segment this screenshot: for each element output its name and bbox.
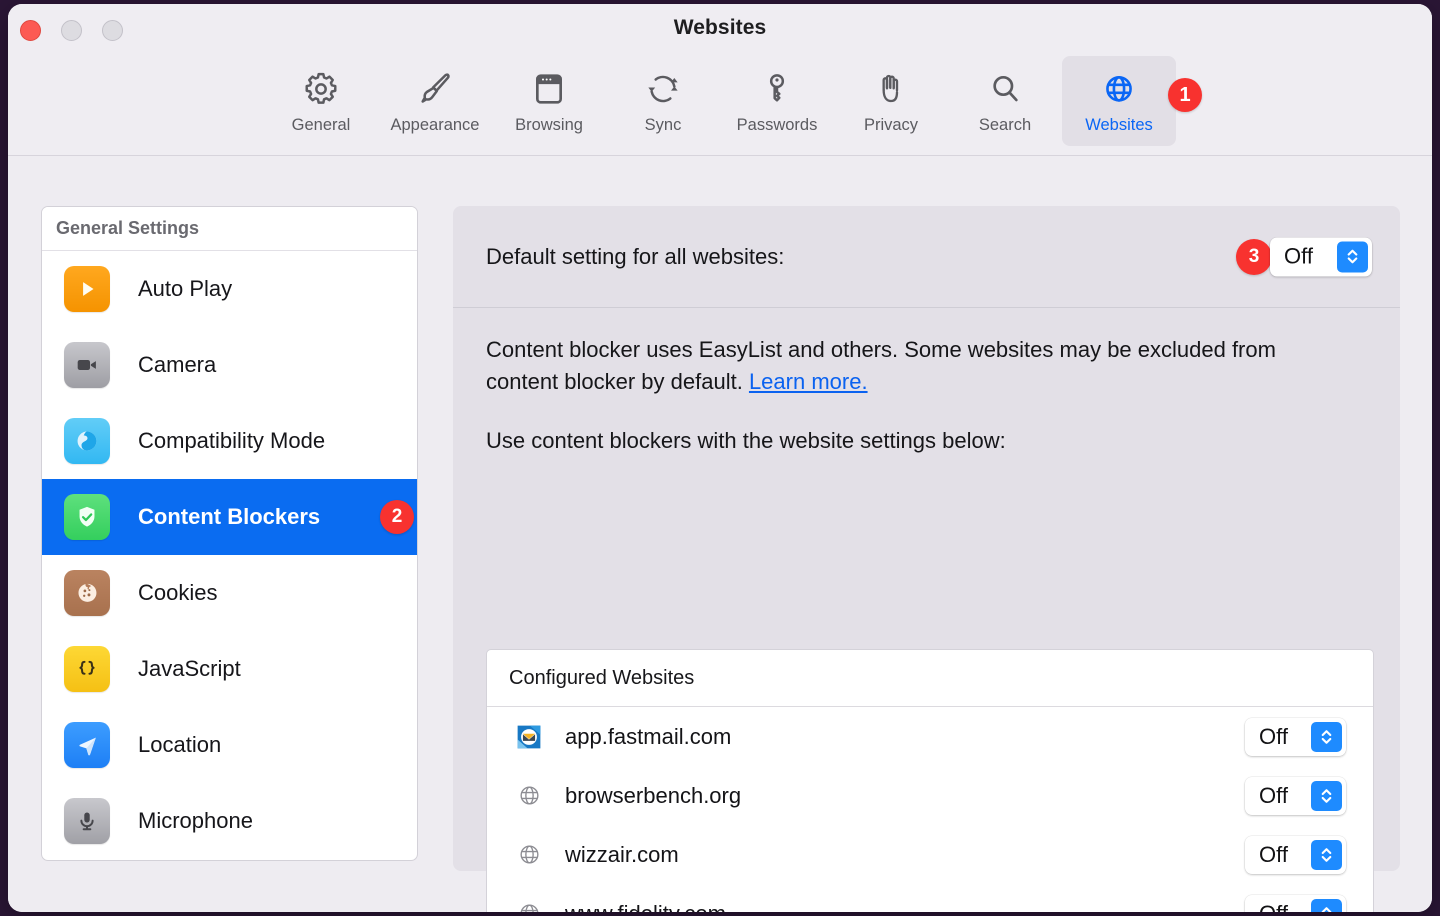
default-setting-row: Default setting for all websites: 3 Off bbox=[453, 206, 1400, 308]
default-setting-value: Off bbox=[1284, 244, 1313, 270]
sidebar-item-camera[interactable]: Camera bbox=[42, 327, 417, 403]
content-blockers-step-badge: 2 bbox=[380, 500, 414, 534]
compatibility-icon bbox=[64, 418, 110, 464]
website-setting-value: Off bbox=[1259, 842, 1288, 868]
website-host: app.fastmail.com bbox=[565, 724, 731, 750]
microphone-icon bbox=[64, 798, 110, 844]
sync-arrows-icon bbox=[643, 65, 683, 113]
sidebar-item-cookies[interactable]: Cookies bbox=[42, 555, 417, 631]
video-camera-icon bbox=[64, 342, 110, 388]
window-title: Websites bbox=[8, 16, 1432, 40]
globe-icon bbox=[1098, 65, 1140, 113]
sidebar-item-label: Location bbox=[138, 732, 221, 758]
chevron-updown-icon bbox=[1311, 899, 1342, 913]
toolbar-item-appearance[interactable]: Appearance bbox=[378, 56, 492, 146]
website-setting-popup-button[interactable]: Off bbox=[1245, 836, 1346, 874]
website-setting-value: Off bbox=[1259, 724, 1288, 750]
sidebar-item-label: Microphone bbox=[138, 808, 253, 834]
sidebar-header: General Settings bbox=[42, 207, 417, 251]
toolbar-item-browsing[interactable]: Browsing bbox=[492, 56, 606, 146]
toolbar-item-search[interactable]: Search bbox=[948, 56, 1062, 146]
websites-step-badge: 1 bbox=[1168, 78, 1202, 112]
default-setting-popup-button[interactable]: Off bbox=[1270, 237, 1372, 276]
globe-favicon bbox=[515, 782, 543, 810]
configured-websites-list: Configured Websites app.fastmail.com Off bbox=[486, 649, 1374, 912]
toolbar-item-sync[interactable]: Sync bbox=[606, 56, 720, 146]
hand-icon bbox=[871, 65, 911, 113]
sidebar-item-compatibility-mode[interactable]: Compatibility Mode bbox=[42, 403, 417, 479]
preferences-window: Websites General Appear bbox=[8, 4, 1432, 912]
website-row[interactable]: wizzair.com Off bbox=[487, 825, 1373, 884]
content-blocker-description: Content blocker uses EasyList and others… bbox=[486, 334, 1306, 398]
magnifier-icon bbox=[985, 65, 1025, 113]
website-host: browserbench.org bbox=[565, 783, 741, 809]
preferences-toolbar: General Appearance bbox=[8, 56, 1432, 150]
chevron-updown-icon bbox=[1311, 722, 1342, 752]
paintbrush-icon bbox=[415, 65, 455, 113]
sidebar-item-location[interactable]: Location bbox=[42, 707, 417, 783]
play-icon bbox=[64, 266, 110, 312]
cookie-icon bbox=[64, 570, 110, 616]
toolbar-item-label: Appearance bbox=[391, 116, 480, 135]
sidebar-item-label: Camera bbox=[138, 352, 216, 378]
chevron-updown-icon bbox=[1311, 840, 1342, 870]
toolbar-item-label: Sync bbox=[645, 116, 682, 135]
website-setting-popup-button[interactable]: Off bbox=[1245, 895, 1346, 913]
preferences-body: General Settings Auto Play Camera bbox=[8, 156, 1432, 912]
learn-more-link[interactable]: Learn more. bbox=[749, 369, 868, 394]
sidebar-item-javascript[interactable]: JavaScript bbox=[42, 631, 417, 707]
toolbar-item-label: General bbox=[292, 116, 351, 135]
globe-favicon bbox=[515, 900, 543, 913]
toolbar-item-label: Browsing bbox=[515, 116, 583, 135]
default-setting-label: Default setting for all websites: bbox=[486, 244, 784, 270]
website-row[interactable]: app.fastmail.com Off bbox=[487, 707, 1373, 766]
toolbar-item-privacy[interactable]: Privacy bbox=[834, 56, 948, 146]
website-host: wizzair.com bbox=[565, 842, 679, 868]
toolbar-item-label: Passwords bbox=[737, 116, 818, 135]
fastmail-favicon bbox=[515, 723, 543, 751]
sidebar-item-label: JavaScript bbox=[138, 656, 241, 682]
sidebar-item-microphone[interactable]: Microphone bbox=[42, 783, 417, 859]
sidebar-item-label: Cookies bbox=[138, 580, 217, 606]
toolbar-item-label: Search bbox=[979, 116, 1031, 135]
website-setting-popup-button[interactable]: Off bbox=[1245, 777, 1346, 815]
globe-favicon bbox=[515, 841, 543, 869]
toolbar-item-passwords[interactable]: Passwords bbox=[720, 56, 834, 146]
toolbar-item-websites[interactable]: Websites 1 bbox=[1062, 56, 1176, 146]
toolbar-item-general[interactable]: General bbox=[264, 56, 378, 146]
toolbar-item-label: Websites bbox=[1085, 116, 1153, 135]
toolbar-item-label: Privacy bbox=[864, 116, 918, 135]
panel-description-area: Content blocker uses EasyList and others… bbox=[453, 334, 1400, 454]
chevron-updown-icon bbox=[1311, 781, 1342, 811]
shield-check-icon bbox=[64, 494, 110, 540]
chevron-updown-icon bbox=[1337, 241, 1368, 272]
browser-window-icon bbox=[529, 65, 569, 113]
website-setting-value: Off bbox=[1259, 783, 1288, 809]
key-icon bbox=[757, 65, 797, 113]
gear-icon bbox=[301, 65, 341, 113]
braces-icon bbox=[64, 646, 110, 692]
sidebar-item-content-blockers[interactable]: Content Blockers 2 bbox=[42, 479, 417, 555]
website-settings-instruction: Use content blockers with the website se… bbox=[486, 428, 1367, 454]
sidebar-item-auto-play[interactable]: Auto Play bbox=[42, 251, 417, 327]
website-row[interactable]: www.fidelity.com Off bbox=[487, 884, 1373, 912]
titlebar: Websites General Appear bbox=[8, 4, 1432, 156]
configured-websites-header: Configured Websites bbox=[487, 650, 1373, 707]
website-setting-popup-button[interactable]: Off bbox=[1245, 718, 1346, 756]
sidebar-item-label: Compatibility Mode bbox=[138, 428, 325, 454]
default-setting-step-badge: 3 bbox=[1236, 239, 1272, 275]
sidebar-item-label: Auto Play bbox=[138, 276, 232, 302]
description-text: Content blocker uses EasyList and others… bbox=[486, 337, 1276, 394]
settings-sidebar: General Settings Auto Play Camera bbox=[41, 206, 418, 861]
website-row[interactable]: browserbench.org Off bbox=[487, 766, 1373, 825]
location-arrow-icon bbox=[64, 722, 110, 768]
sidebar-item-label: Content Blockers bbox=[138, 504, 320, 530]
website-setting-value: Off bbox=[1259, 901, 1288, 913]
website-host: www.fidelity.com bbox=[565, 901, 726, 913]
